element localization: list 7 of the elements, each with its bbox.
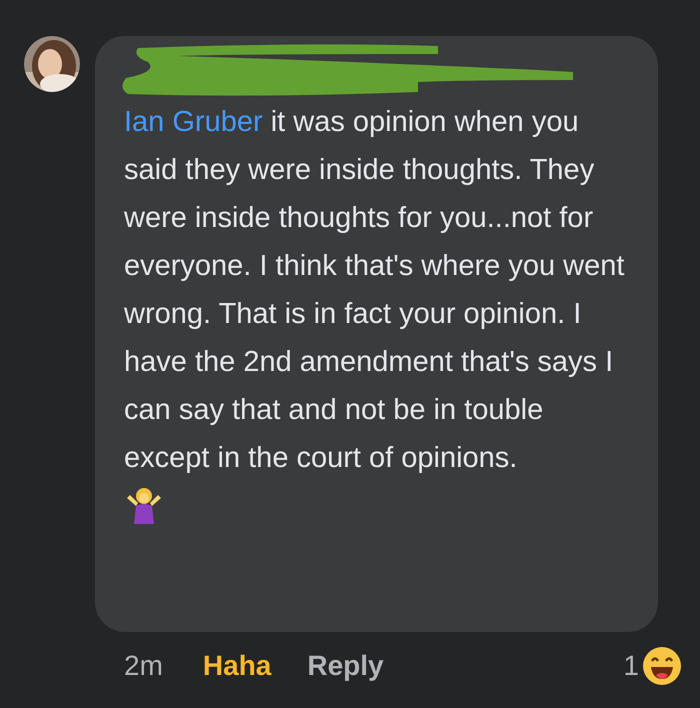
laughing-emoji-icon: [642, 646, 682, 686]
reply-button[interactable]: Reply: [307, 650, 384, 682]
comment-text: Ian Gruber it was opinion when you said they were inside thoughts. They were inside thoughts for you...not for everyone. I think that's where you went wrong. That is in fact your opinion. I have the 2nd amendment that's says I can say that and not be in touble except in the court of opinions.: [124, 105, 626, 476]
timestamp: 2m: [124, 650, 163, 682]
reaction-count: 1: [623, 650, 639, 682]
reaction-button[interactable]: Haha: [202, 650, 272, 682]
mention-link[interactable]: Ian Gruber: [124, 106, 263, 138]
